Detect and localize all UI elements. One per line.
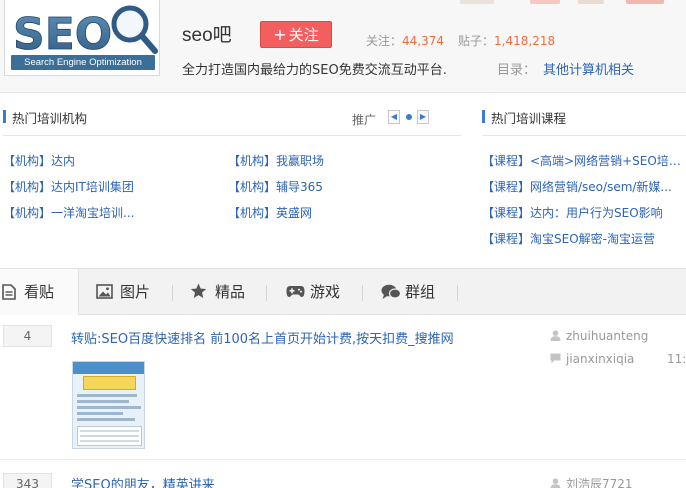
author-name: zhuihuanteng (566, 329, 649, 343)
tab-games-label: 游戏 (310, 283, 341, 301)
course-link[interactable]: 【课程】<高端>网络营销+SEO培训... (482, 152, 686, 169)
content-tabs: 看贴 图片 精品 游戏 群组 (0, 268, 686, 315)
tab-posts-label: 看贴 (24, 283, 55, 301)
chat-icon (381, 284, 401, 299)
tab-groups[interactable]: 群组 (381, 269, 441, 315)
institution-link[interactable]: 【机构】达内 (3, 152, 223, 169)
course-link[interactable]: 【课程】淘宝SEO解密-淘宝运营 (482, 230, 686, 247)
promo-section: 热门培训机构 推广 ◀ ▶ 热门培训课程 【机构】达内 【机构】达内IT培训集团… (0, 94, 686, 268)
thread-title-link[interactable]: 转贴:SEO百度快速排名 前100名上首页开始计费,按天扣费_搜推网 (71, 328, 454, 347)
image-icon (96, 284, 113, 299)
star-icon (190, 283, 207, 298)
thread-title-link[interactable]: 学SEO的朋友，精英讲来 (71, 474, 215, 488)
divider (3, 135, 461, 136)
tab-featured-label: 精品 (215, 283, 246, 301)
reply-count: 343 (3, 473, 52, 488)
tab-separator (457, 285, 458, 301)
forum-header: SEO Search Engine Optimization seo吧 + 关注 … (0, 0, 686, 93)
tab-groups-label: 群组 (405, 283, 436, 301)
tab-separator (172, 285, 173, 301)
hot-institutions-title: 热门培训机构 (3, 108, 87, 127)
post-icon (2, 284, 16, 300)
author-name: 刘浩辰7721 (566, 477, 633, 488)
institution-link[interactable]: 【机构】达内IT培训集团 (3, 178, 223, 195)
thread-separator (0, 459, 686, 460)
follow-button[interactable]: + 关注 (260, 21, 332, 48)
header-decoration (420, 0, 686, 4)
tab-images[interactable]: 图片 (96, 269, 156, 315)
last-replier-name: jianxinxiqia (566, 352, 635, 366)
gamepad-icon (286, 286, 305, 297)
tab-images-label: 图片 (120, 283, 151, 301)
hot-courses-title: 热门培训课程 (482, 108, 566, 127)
forum-stats: 关注：44,374 贴子：1,418,218 (366, 32, 555, 49)
plus-icon: + (273, 25, 287, 44)
forum-name[interactable]: seo吧 (182, 20, 232, 47)
tab-posts[interactable]: 看贴 (0, 269, 79, 315)
follow-label: 关注 (288, 26, 319, 44)
posts-count: 1,418,218 (494, 34, 556, 48)
course-link[interactable]: 【课程】网络营销/seo/sem/新媒... (482, 178, 686, 195)
user-icon (550, 330, 561, 341)
user-icon (550, 478, 561, 488)
followers-label: 关注： (366, 34, 403, 48)
reply-count: 4 (3, 325, 52, 347)
thread-author[interactable]: zhuihuanteng (550, 329, 648, 343)
tab-separator (266, 285, 267, 301)
institution-link[interactable]: 【机构】我赢职场 (228, 152, 448, 169)
course-link[interactable]: 【课程】达内：用户行为SEO影响 (482, 204, 686, 221)
thread-thumbnail[interactable] (72, 361, 145, 449)
followers-count: 44,374 (402, 34, 445, 48)
reply-icon (550, 353, 561, 364)
pager-dot[interactable] (406, 114, 412, 120)
thread-author[interactable]: 刘浩辰7721 (550, 475, 633, 488)
catalog-link[interactable]: 其他计算机相关 (543, 59, 634, 78)
institution-link[interactable]: 【机构】辅导365 (228, 178, 448, 195)
tab-featured[interactable]: 精品 (190, 269, 250, 315)
tab-separator (362, 285, 363, 301)
posts-label: 贴子： (458, 34, 495, 48)
logo-banner: Search Engine Optimization (11, 55, 155, 70)
catalog-label: 目录： (497, 63, 537, 78)
thread-last-replier[interactable]: jianxinxiqia (550, 352, 634, 366)
logo-letters: SEO (13, 9, 112, 60)
institution-link[interactable]: 【机构】英盛网 (228, 204, 448, 221)
institution-link[interactable]: 【机构】一洋淘宝培训... (3, 204, 223, 221)
promo-label: 推广 (352, 113, 377, 127)
next-arrow-icon[interactable]: ▶ (417, 110, 429, 124)
last-reply-time: 11:1 (667, 352, 686, 366)
forum-logo[interactable]: SEO Search Engine Optimization (4, 0, 160, 76)
tab-games[interactable]: 游戏 (286, 269, 346, 315)
prev-arrow-icon[interactable]: ◀ (388, 110, 400, 124)
divider (482, 135, 686, 136)
forum-slogan: 全力打造国内最给力的SEO免费交流互动平台. (182, 63, 447, 78)
